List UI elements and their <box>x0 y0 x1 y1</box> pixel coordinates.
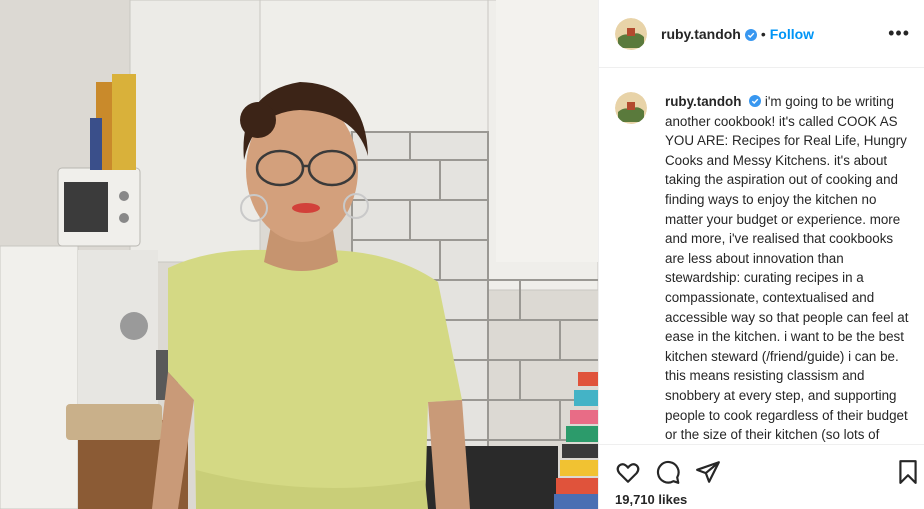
header-username[interactable]: ruby.tandoh <box>661 26 741 42</box>
post-header: ruby.tandoh • Follow ••• <box>599 0 924 68</box>
avatar[interactable] <box>615 17 647 50</box>
caption-scroll-area[interactable]: ruby.tandoh i'm going to be writing anot… <box>615 86 910 442</box>
caption-avatar[interactable] <box>615 92 647 124</box>
follow-button[interactable]: Follow <box>770 26 814 42</box>
caption: ruby.tandoh i'm going to be writing anot… <box>665 92 910 442</box>
caption-username[interactable]: ruby.tandoh <box>665 94 741 109</box>
comment-icon[interactable] <box>655 459 681 485</box>
post-detail-panel: ruby.tandoh • Follow ••• ruby.tandoh i'm… <box>598 0 924 509</box>
more-options-icon[interactable]: ••• <box>888 23 910 44</box>
paper-plane-icon[interactable] <box>695 459 721 485</box>
separator-dot: • <box>760 25 766 42</box>
bookmark-icon[interactable] <box>895 459 921 485</box>
likes-count[interactable]: 19,710 likes <box>615 492 687 507</box>
post-photo-illustration <box>0 0 598 509</box>
verified-badge-icon <box>749 93 762 107</box>
caption-text: i'm going to be writing another cookbook… <box>665 94 909 442</box>
heart-icon[interactable] <box>615 459 641 485</box>
post-photo[interactable] <box>0 0 598 509</box>
verified-badge-icon <box>744 28 757 41</box>
